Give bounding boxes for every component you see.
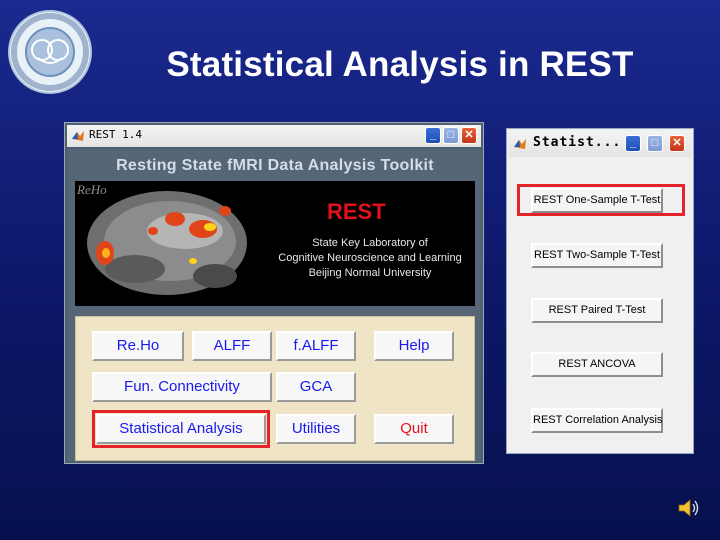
stat-window-titlebar[interactable]: Statist... _ □ ✕ (509, 131, 691, 157)
utilities-button[interactable]: Utilities (276, 414, 356, 444)
speaker-icon[interactable] (676, 496, 700, 520)
brain-banner: ReHo REST State Key Laboratory of Cognit… (75, 181, 475, 306)
statistical-window: Statist... _ □ ✕ REST One-Sample T-Test … (506, 128, 694, 454)
stat-maximize-button[interactable]: □ (647, 135, 663, 152)
main-window-titlebar[interactable]: REST 1.4 _ □ ✕ (67, 125, 481, 147)
reho-button[interactable]: Re.Ho (92, 331, 184, 361)
help-button[interactable]: Help (374, 331, 454, 361)
lab-line-1: State Key Laboratory of (312, 237, 428, 249)
matlab-icon (514, 139, 526, 149)
university-logo-icon (8, 10, 92, 94)
lab-line-2: Cognitive Neuroscience and Learning (278, 252, 462, 264)
stat-window-title: Statist... (533, 135, 622, 150)
gca-button[interactable]: GCA (276, 372, 356, 402)
lab-line-3: Beijing Normal University (308, 267, 432, 279)
matlab-icon (72, 131, 84, 141)
minimize-button[interactable]: _ (425, 127, 441, 144)
fun-connectivity-button[interactable]: Fun. Connectivity (92, 372, 272, 402)
rest-main-window: REST 1.4 _ □ ✕ Resting State fMRI Data A… (64, 122, 484, 464)
function-button-panel: Re.Ho ALFF f.ALFF Help Fun. Connectivity… (75, 316, 475, 461)
statistical-analysis-button[interactable]: Statistical Analysis (96, 414, 266, 444)
paired-t-test-button[interactable]: REST Paired T-Test (531, 298, 663, 323)
slide-title: Statistical Analysis in REST (166, 45, 634, 84)
two-sample-t-test-button[interactable]: REST Two-Sample T-Test (531, 243, 663, 268)
ancova-button[interactable]: REST ANCOVA (531, 352, 663, 377)
stat-close-button[interactable]: ✕ (669, 135, 685, 152)
maximize-button[interactable]: □ (443, 127, 459, 144)
main-window-title: REST 1.4 (89, 128, 142, 141)
main-window-content: Resting State fMRI Data Analysis Toolkit… (67, 149, 481, 461)
falff-button[interactable]: f.ALFF (276, 331, 356, 361)
close-button[interactable]: ✕ (461, 127, 477, 144)
reho-image-label: ReHo (77, 182, 107, 197)
rest-brand: REST (327, 199, 386, 224)
alff-button[interactable]: ALFF (192, 331, 272, 361)
correlation-analysis-button[interactable]: REST Correlation Analysis (531, 408, 663, 433)
toolkit-title: Resting State fMRI Data Analysis Toolkit (116, 157, 434, 174)
brain-image (87, 191, 247, 295)
one-sample-t-test-button[interactable]: REST One-Sample T-Test (531, 188, 663, 213)
quit-button[interactable]: Quit (374, 414, 454, 444)
stat-minimize-button[interactable]: _ (625, 135, 641, 152)
